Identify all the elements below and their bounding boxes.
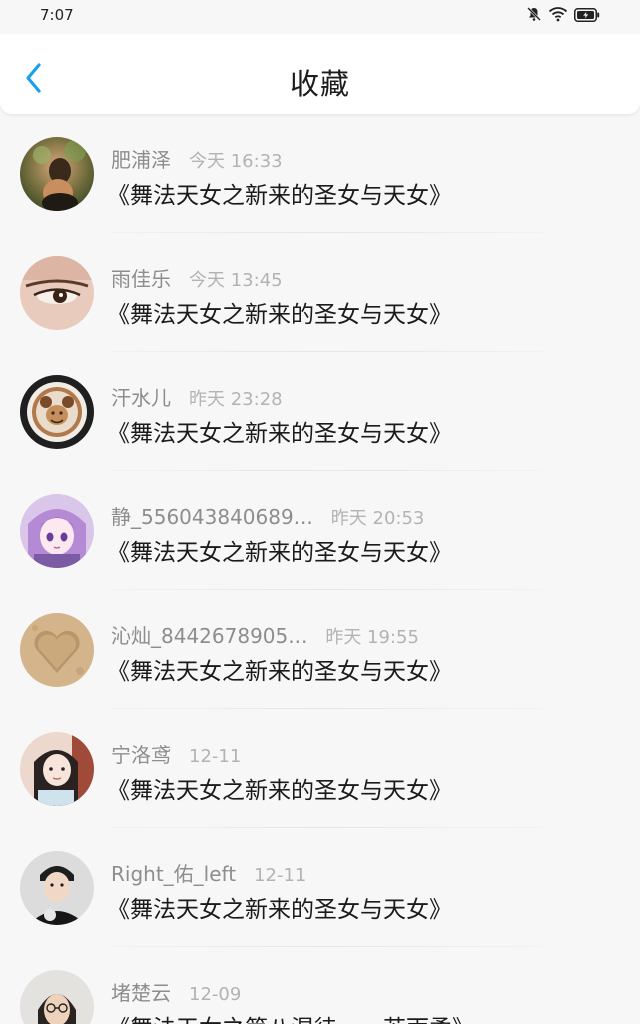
list-item[interactable]: 宁洛鸢 12-11 《舞法天女之新来的圣女与天女》 [0, 709, 640, 828]
mute-icon [526, 6, 542, 26]
status-icons [526, 6, 600, 26]
item-meta: 雨佳乐 今天 13:45 [111, 263, 283, 292]
item-meta: 堵楚云 12-09 [111, 977, 241, 1006]
list-item[interactable]: 沁灿_8442678905... 昨天 19:55 《舞法天女之新来的圣女与天女… [0, 590, 640, 709]
username[interactable]: 肥浦泽 [111, 144, 171, 173]
favorites-list: 肥浦泽 今天 16:33 《舞法天女之新来的圣女与天女》 雨佳乐 今天 13:4… [0, 114, 640, 1024]
item-meta: Right_佑_left 12-11 [111, 858, 306, 887]
status-bar: 7:07 [0, 0, 640, 34]
username[interactable]: 静_556043840689... [111, 501, 313, 530]
timestamp: 今天 16:33 [189, 151, 283, 172]
book-title[interactable]: 《舞法天女之新来的圣女与天女》 [107, 652, 452, 686]
timestamp: 12-11 [254, 865, 307, 886]
page-title: 收藏 [289, 67, 350, 101]
avatar[interactable] [20, 732, 94, 806]
book-title[interactable]: 《舞法天女之新来的圣女与天女》 [107, 533, 452, 567]
username[interactable]: 沁灿_8442678905... [111, 620, 307, 649]
list-item[interactable]: 肥浦泽 今天 16:33 《舞法天女之新来的圣女与天女》 [0, 114, 640, 233]
list-item[interactable]: Right_佑_left 12-11 《舞法天女之新来的圣女与天女》 [0, 828, 640, 947]
wifi-icon [548, 6, 568, 26]
avatar[interactable] [20, 375, 94, 449]
avatar[interactable] [20, 256, 94, 330]
item-meta: 宁洛鸢 12-11 [111, 739, 241, 768]
avatar[interactable] [20, 613, 94, 687]
status-time: 7:07 [40, 6, 74, 24]
battery-icon [574, 7, 600, 26]
username[interactable]: 堵楚云 [111, 977, 171, 1006]
avatar[interactable] [20, 851, 94, 925]
timestamp: 今天 13:45 [189, 270, 283, 291]
list-item[interactable]: 汗水儿 昨天 23:28 《舞法天女之新来的圣女与天女》 [0, 352, 640, 471]
timestamp: 12-11 [189, 746, 242, 767]
timestamp: 12-09 [189, 984, 242, 1005]
book-title[interactable]: 《舞法天女之第八混徒——苏雨柔》 [107, 1009, 475, 1024]
item-meta: 静_556043840689... 昨天 20:53 [111, 501, 424, 530]
item-meta: 肥浦泽 今天 16:33 [111, 144, 283, 173]
list-item[interactable]: 静_556043840689... 昨天 20:53 《舞法天女之新来的圣女与天… [0, 471, 640, 590]
username[interactable]: 宁洛鸢 [111, 739, 171, 768]
book-title[interactable]: 《舞法天女之新来的圣女与天女》 [107, 890, 452, 924]
book-title[interactable]: 《舞法天女之新来的圣女与天女》 [107, 295, 452, 329]
screen: 7:07 收藏 肥浦泽 今天 16:33 《舞法天女之新来的圣女与天女》 雨佳乐… [0, 0, 640, 1024]
book-title[interactable]: 《舞法天女之新来的圣女与天女》 [107, 771, 452, 805]
item-meta: 沁灿_8442678905... 昨天 19:55 [111, 620, 419, 649]
list-item[interactable]: 雨佳乐 今天 13:45 《舞法天女之新来的圣女与天女》 [0, 233, 640, 352]
username[interactable]: 雨佳乐 [111, 263, 171, 292]
avatar[interactable] [20, 494, 94, 568]
list-item[interactable]: 堵楚云 12-09 《舞法天女之第八混徒——苏雨柔》 [0, 947, 640, 1024]
book-title[interactable]: 《舞法天女之新来的圣女与天女》 [107, 176, 452, 210]
username[interactable]: Right_佑_left [111, 858, 236, 887]
avatar[interactable] [20, 137, 94, 211]
avatar[interactable] [20, 970, 94, 1024]
timestamp: 昨天 19:55 [325, 627, 419, 648]
book-title[interactable]: 《舞法天女之新来的圣女与天女》 [107, 414, 452, 448]
item-meta: 汗水儿 昨天 23:28 [111, 382, 283, 411]
top-app-bar: 收藏 [0, 34, 640, 114]
timestamp: 昨天 20:53 [330, 508, 425, 529]
timestamp: 昨天 23:28 [189, 389, 283, 410]
username[interactable]: 汗水儿 [111, 382, 171, 411]
